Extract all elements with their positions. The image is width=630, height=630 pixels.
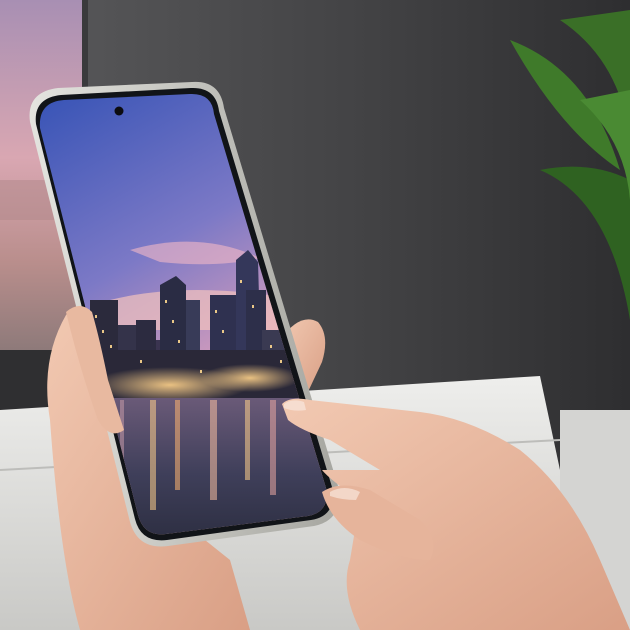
front-camera bbox=[114, 106, 124, 116]
photo-canvas bbox=[0, 0, 630, 630]
photo-scene bbox=[0, 0, 630, 630]
